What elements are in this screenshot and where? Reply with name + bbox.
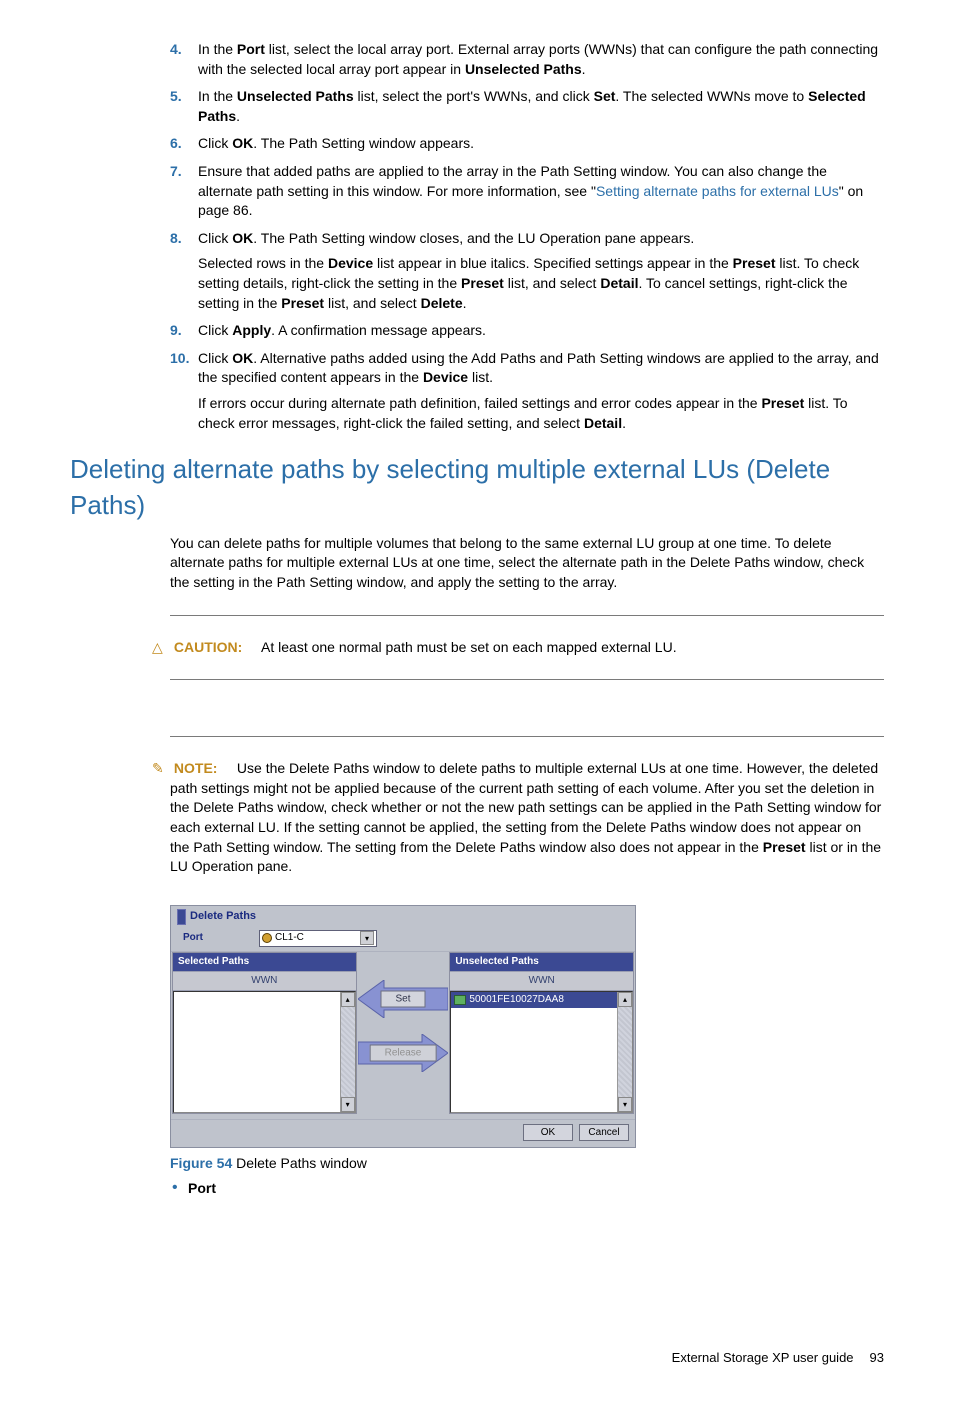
dialog-titlebar: Delete Paths bbox=[171, 906, 635, 928]
section-intro: You can delete paths for multiple volume… bbox=[170, 534, 884, 593]
step-text: Click Apply. A confirmation message appe… bbox=[198, 322, 486, 338]
note-callout: ✎ NOTE: Use the Delete Paths window to d… bbox=[170, 759, 884, 877]
page-footer: External Storage XP user guide 93 bbox=[70, 1349, 884, 1367]
dialog-footer: OK Cancel bbox=[171, 1119, 635, 1147]
step-paragraph: Selected rows in the Device list appear … bbox=[198, 254, 884, 313]
note-label: NOTE: bbox=[174, 760, 218, 776]
step-number: 7. bbox=[170, 162, 182, 182]
port-label: Port bbox=[183, 931, 203, 945]
divider bbox=[170, 679, 884, 680]
note-icon: ✎ bbox=[152, 759, 168, 779]
step-6: 6. Click OK. The Path Setting window app… bbox=[170, 134, 884, 154]
step-9: 9. Click Apply. A confirmation message a… bbox=[170, 321, 884, 341]
step-10: 10. Click OK. Alternative paths added us… bbox=[170, 349, 884, 433]
step-number: 10. bbox=[170, 349, 189, 369]
release-button[interactable]: Release bbox=[370, 1044, 437, 1061]
set-button[interactable]: Set bbox=[380, 990, 425, 1007]
selected-column-header: WWN bbox=[173, 971, 356, 991]
caution-callout: △ CAUTION: At least one normal path must… bbox=[170, 638, 884, 658]
port-row: Port CL1-C ▾ bbox=[171, 928, 635, 952]
step-text: In the Port list, select the local array… bbox=[198, 41, 878, 77]
step-number: 5. bbox=[170, 87, 182, 107]
bullet-list: Port bbox=[170, 1179, 884, 1199]
titlebar-accent bbox=[177, 909, 186, 925]
figure-delete-paths-window: Delete Paths Port CL1-C ▾ Selected Paths… bbox=[170, 905, 884, 1148]
footer-doc-title: External Storage XP user guide bbox=[672, 1349, 854, 1367]
caution-icon: △ bbox=[152, 638, 168, 658]
figure-label: Figure 54 bbox=[170, 1155, 232, 1171]
scroll-down-icon[interactable]: ▾ bbox=[341, 1097, 355, 1112]
caution-label: CAUTION: bbox=[174, 639, 242, 655]
step-number: 9. bbox=[170, 321, 182, 341]
step-paragraph: If errors occur during alternate path de… bbox=[198, 394, 884, 433]
numbered-steps: 4. In the Port list, select the local ar… bbox=[170, 40, 884, 433]
ok-button[interactable]: OK bbox=[523, 1124, 573, 1141]
cross-reference-link[interactable]: Setting alternate paths for external LUs bbox=[596, 183, 839, 199]
unselected-paths-list[interactable]: 50001FE10027DAA8 ▴ ▾ bbox=[450, 991, 633, 1113]
volume-icon bbox=[454, 995, 466, 1005]
section-heading: Deleting alternate paths by selecting mu… bbox=[70, 451, 884, 524]
list-item[interactable]: 50001FE10027DAA8 bbox=[451, 992, 632, 1008]
figure-caption-text: Delete Paths window bbox=[232, 1155, 367, 1171]
port-select[interactable]: CL1-C ▾ bbox=[259, 930, 377, 947]
step-8: 8. Click OK. The Path Setting window clo… bbox=[170, 229, 884, 313]
transfer-buttons: Set Release bbox=[357, 952, 450, 1119]
dialog-title: Delete Paths bbox=[190, 909, 256, 924]
bullet-item: Port bbox=[188, 1179, 884, 1199]
divider bbox=[170, 736, 884, 737]
step-number: 8. bbox=[170, 229, 182, 249]
step-text: Click OK. The Path Setting window closes… bbox=[198, 230, 694, 246]
port-status-icon bbox=[262, 933, 272, 943]
selected-paths-panel: Selected Paths WWN ▴ ▾ bbox=[172, 952, 357, 1114]
selected-paths-list[interactable]: ▴ ▾ bbox=[173, 991, 356, 1113]
unselected-paths-title: Unselected Paths bbox=[450, 953, 633, 971]
step-number: 6. bbox=[170, 134, 182, 154]
note-text: Use the Delete Paths window to delete pa… bbox=[170, 760, 881, 874]
wwn-value: 50001FE10027DAA8 bbox=[469, 993, 564, 1007]
scroll-down-icon[interactable]: ▾ bbox=[618, 1097, 632, 1112]
chevron-down-icon[interactable]: ▾ bbox=[360, 931, 374, 945]
scrollbar[interactable]: ▴ ▾ bbox=[340, 992, 355, 1112]
delete-paths-dialog: Delete Paths Port CL1-C ▾ Selected Paths… bbox=[170, 905, 636, 1148]
footer-page-number: 93 bbox=[870, 1349, 884, 1367]
selected-paths-title: Selected Paths bbox=[173, 953, 356, 971]
step-text: Click OK. Alternative paths added using … bbox=[198, 350, 879, 386]
caution-text: At least one normal path must be set on … bbox=[261, 639, 677, 655]
step-text: In the Unselected Paths list, select the… bbox=[198, 88, 866, 124]
step-7: 7. Ensure that added paths are applied t… bbox=[170, 162, 884, 221]
scrollbar[interactable]: ▴ ▾ bbox=[617, 992, 632, 1112]
step-number: 4. bbox=[170, 40, 182, 60]
step-text: Ensure that added paths are applied to t… bbox=[198, 163, 863, 218]
unselected-paths-panel: Unselected Paths WWN 50001FE10027DAA8 ▴ … bbox=[449, 952, 634, 1114]
step-text: Click OK. The Path Setting window appear… bbox=[198, 135, 474, 151]
scroll-up-icon[interactable]: ▴ bbox=[618, 992, 632, 1007]
divider bbox=[170, 615, 884, 616]
figure-caption: Figure 54 Delete Paths window bbox=[170, 1154, 884, 1174]
step-4: 4. In the Port list, select the local ar… bbox=[170, 40, 884, 79]
unselected-column-header: WWN bbox=[450, 971, 633, 991]
step-5: 5. In the Unselected Paths list, select … bbox=[170, 87, 884, 126]
port-select-value: CL1-C bbox=[275, 932, 304, 943]
cancel-button[interactable]: Cancel bbox=[579, 1124, 629, 1141]
scroll-up-icon[interactable]: ▴ bbox=[341, 992, 355, 1007]
